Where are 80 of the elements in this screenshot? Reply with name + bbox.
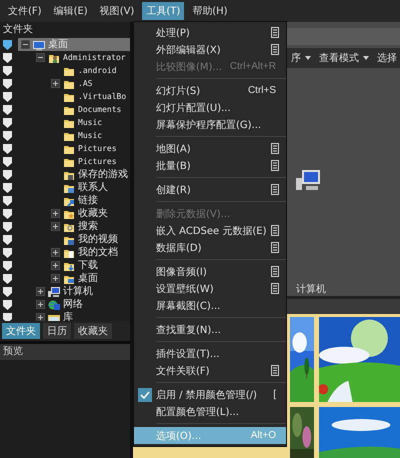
submenu-icon: [271, 242, 279, 253]
menu-item[interactable]: 插件设置(T)...: [134, 345, 286, 362]
menu-item[interactable]: 地图(A): [134, 140, 286, 157]
menu-item[interactable]: 文件(F): [4, 2, 46, 20]
menu-item[interactable]: 创建(R): [134, 181, 286, 198]
menu-item[interactable]: 配置颜色管理(L)...: [134, 403, 286, 420]
menu-item[interactable]: 设置壁纸(W): [134, 280, 286, 297]
menu-item[interactable]: 图像音频(I): [134, 263, 286, 280]
tree-item[interactable]: 链接: [78, 194, 98, 207]
toolbar-button[interactable]: 序: [291, 51, 311, 65]
submenu-icon: [271, 266, 279, 277]
submenu-icon: [271, 283, 279, 294]
expand-icon[interactable]: [36, 287, 45, 296]
menu-item[interactable]: 视图(V): [96, 2, 138, 20]
tree-item[interactable]: .VirtualBo: [78, 90, 126, 103]
menu-item[interactable]: 嵌入 ACDSee 元数据(E): [134, 222, 286, 239]
menu-item[interactable]: 幻灯片(S) Ctrl+S: [134, 82, 286, 99]
expand-icon[interactable]: [51, 261, 60, 270]
panel-title: 文件夹: [2, 22, 34, 37]
menu-item[interactable]: 处理(P): [134, 24, 286, 41]
tree-item[interactable]: Music: [78, 116, 102, 129]
tree-item[interactable]: 保存的游戏: [78, 168, 128, 181]
tab[interactable]: 文件夹: [2, 323, 40, 339]
submenu-icon: [271, 160, 279, 171]
tree-item[interactable]: Administrator: [63, 51, 126, 64]
computer-icon: [48, 286, 60, 298]
computer-icon: [296, 168, 320, 192]
menu-item[interactable]: 文件关联(F): [134, 362, 286, 379]
toolbar-button[interactable]: 查看模式: [319, 51, 369, 65]
menu-item[interactable]: 启用 / 禁用颜色管理(/) [: [134, 386, 286, 403]
tree-item[interactable]: 联系人: [78, 181, 108, 194]
submenu-icon: [271, 225, 279, 236]
collapse-icon[interactable]: [36, 53, 45, 62]
tree-item[interactable]: 搜索: [78, 220, 98, 233]
tree-item[interactable]: 下载: [78, 259, 98, 272]
menu-item[interactable]: 幻灯片配置(U)...: [134, 99, 286, 116]
tab[interactable]: 日历: [43, 323, 71, 339]
tree-item[interactable]: .AS: [78, 77, 92, 90]
tree-item[interactable]: 我的视频: [78, 233, 118, 246]
tree-item[interactable]: Music: [78, 129, 102, 142]
submenu-icon: [271, 184, 279, 195]
tree-item[interactable]: 库: [63, 311, 73, 321]
tree-item[interactable]: 计算机: [63, 285, 93, 298]
tree-item[interactable]: .android: [78, 64, 117, 77]
tree-item[interactable]: Pictures: [78, 155, 117, 168]
panel-title: 预览: [0, 344, 130, 360]
globe-icon: [48, 298, 60, 310]
menu-item[interactable]: 帮助(H): [188, 2, 232, 20]
tree-item[interactable]: 收藏夹: [78, 207, 108, 220]
expand-icon[interactable]: [51, 79, 60, 88]
expand-icon[interactable]: [51, 274, 60, 283]
menu-item[interactable]: 屏幕保护程序配置(G)...: [134, 116, 286, 133]
menu-item[interactable]: 批量(B): [134, 157, 286, 174]
submenu-icon: [271, 27, 279, 38]
tree-item[interactable]: 我的文档: [78, 246, 118, 259]
menu-item[interactable]: 外部编辑器(X): [134, 41, 286, 58]
selected-row[interactable]: 桌面: [18, 38, 130, 51]
submenu-icon: [271, 143, 279, 154]
expand-icon[interactable]: [51, 222, 60, 231]
tab[interactable]: 收藏夹: [74, 323, 112, 339]
menu-item[interactable]: 查找重复(N)...: [134, 321, 286, 338]
menu-item[interactable]: 工具(T): [142, 2, 184, 20]
menu-item[interactable]: 屏幕截图(C)...: [134, 297, 286, 314]
tree-item[interactable]: 桌面: [78, 272, 98, 285]
menu-item[interactable]: 数据库(D): [134, 239, 286, 256]
expand-icon[interactable]: [36, 300, 45, 309]
tree-item[interactable]: Documents: [78, 103, 122, 116]
expand-icon[interactable]: [36, 313, 45, 321]
file-name[interactable]: 计算机: [296, 282, 326, 296]
tree-item[interactable]: Pictures: [78, 142, 117, 155]
tree-item[interactable]: 网络: [63, 298, 83, 311]
submenu-icon: [271, 44, 279, 55]
collapse-icon[interactable]: [21, 40, 30, 49]
menu-item[interactable]: 编辑(E): [50, 2, 92, 20]
expand-icon[interactable]: [51, 248, 60, 257]
tree-item[interactable]: 桌面: [48, 38, 68, 51]
monitor-icon: [33, 38, 45, 50]
toolbar-button[interactable]: 选择: [377, 51, 397, 65]
expand-icon[interactable]: [51, 209, 60, 218]
submenu-icon: [271, 365, 279, 376]
